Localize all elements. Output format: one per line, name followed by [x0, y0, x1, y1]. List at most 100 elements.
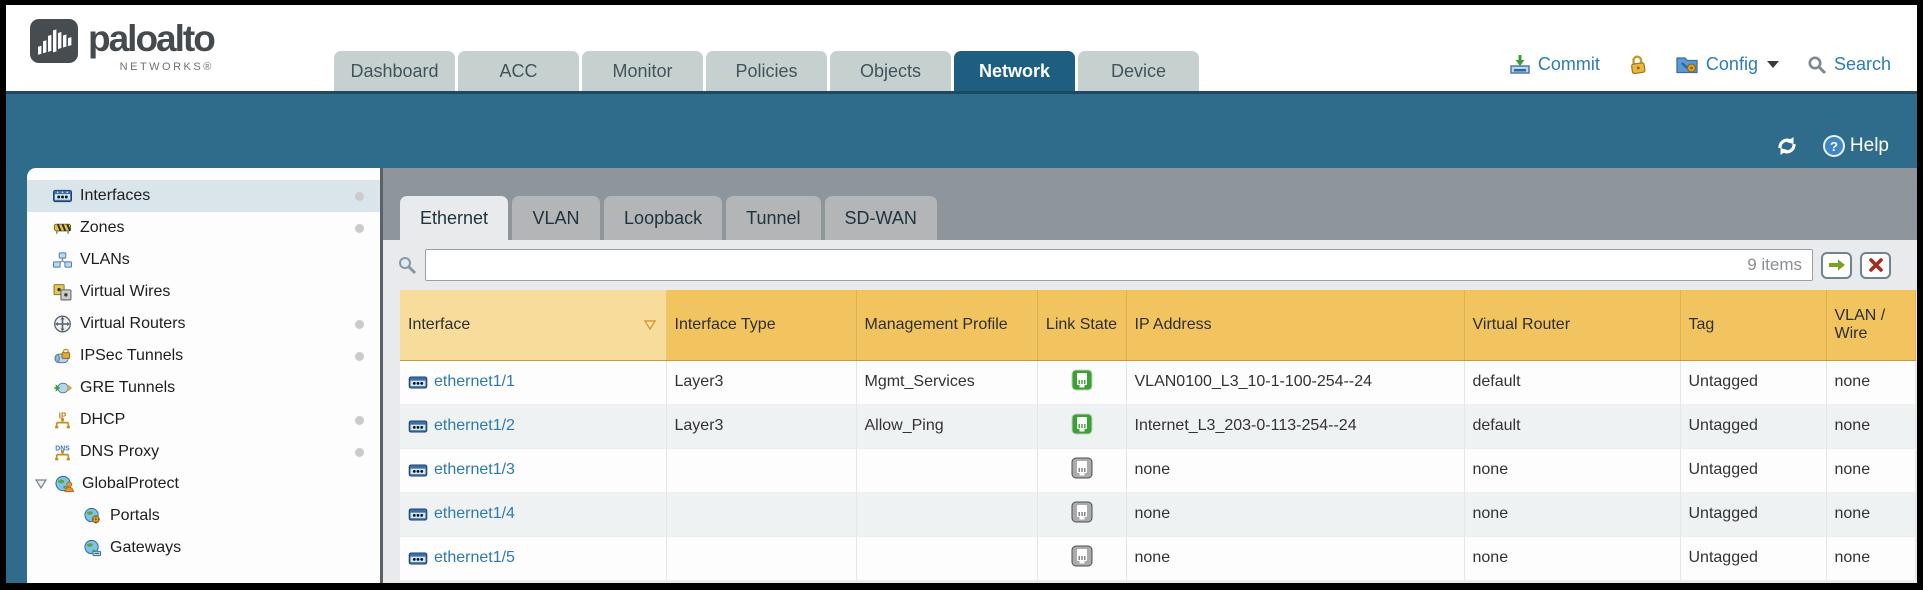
ipsec-tunnels-icon [53, 347, 72, 365]
svg-text:?: ? [1830, 139, 1838, 154]
interface-link[interactable]: ethernet1/1 [434, 373, 515, 391]
column-header-mgmt-profile[interactable]: Management Profile [856, 290, 1037, 360]
vlan-wire-cell: none [1826, 536, 1915, 580]
item-dot [355, 448, 364, 457]
content-area: Ethernet VLAN Loopback Tunnel SD-WAN 9 i… [383, 168, 1917, 583]
ip-address-cell: Internet_L3_203-0-113-254--24 [1126, 404, 1464, 448]
interface-port-icon [408, 420, 428, 433]
config-label: Config [1706, 54, 1758, 75]
tag-cell: Untagged [1680, 448, 1826, 492]
tab-policies[interactable]: Policies [706, 51, 827, 91]
sidebar-item-portals[interactable]: Portals [27, 500, 380, 532]
sidebar-item-gre-tunnels[interactable]: GRE Tunnels [27, 372, 380, 404]
tab-tunnel[interactable]: Tunnel [726, 196, 820, 240]
search-icon [1807, 55, 1827, 75]
item-dot [355, 416, 364, 425]
sidebar-item-dhcp[interactable]: IP DHCP [27, 404, 380, 436]
interface-type-cell: Layer3 [666, 404, 856, 448]
interface-port-icon [408, 552, 428, 565]
interface-link[interactable]: ethernet1/2 [434, 417, 515, 435]
tab-acc[interactable]: ACC [458, 51, 579, 91]
item-dot [355, 224, 364, 233]
ip-address-cell: none [1126, 536, 1464, 580]
global-search[interactable]: Search [1807, 54, 1891, 75]
apply-filter-button[interactable] [1821, 252, 1852, 279]
interface-type-cell: Layer3 [666, 360, 856, 404]
config-menu[interactable]: Config [1675, 54, 1779, 75]
tab-device[interactable]: Device [1078, 51, 1199, 91]
lock-icon[interactable] [1627, 53, 1649, 76]
table-row: ethernet1/3 none none Untagged none [400, 448, 1915, 492]
sidebar-item-label: Portals [110, 507, 160, 525]
column-header-interface[interactable]: Interface [400, 290, 666, 360]
link-state-cell [1037, 404, 1126, 448]
interface-link[interactable]: ethernet1/5 [434, 549, 515, 567]
sidebar-item-label: DNS Proxy [80, 443, 159, 461]
link-state-icon [1071, 501, 1093, 523]
interface-port-icon [408, 376, 428, 389]
column-header-vlan-wire[interactable]: VLAN / Wire [1826, 290, 1915, 360]
table-row: ethernet1/2 Layer3 Allow_Ping Internet_L… [400, 404, 1915, 448]
network-sidebar: Interfaces Zones VLANs [27, 168, 383, 583]
tab-vlan[interactable]: VLAN [512, 196, 600, 240]
sidebar-item-label: VLANs [80, 251, 130, 269]
paloalto-logo-icon [30, 19, 78, 63]
tab-sdwan[interactable]: SD-WAN [825, 196, 937, 240]
gre-tunnels-icon [53, 379, 72, 397]
items-count: 9 items [1747, 255, 1812, 275]
sidebar-item-interfaces[interactable]: Interfaces [27, 180, 380, 212]
interface-port-icon [408, 464, 428, 477]
interface-type-cell [666, 448, 856, 492]
expander-triangle-icon[interactable] [35, 479, 47, 489]
tab-ethernet[interactable]: Ethernet [400, 196, 508, 240]
filter-input[interactable] [426, 251, 1747, 279]
link-state-icon [1071, 545, 1093, 567]
sidebar-item-globalprotect[interactable]: GlobalProtect [27, 468, 380, 500]
filter-input-box: 9 items [425, 249, 1813, 281]
link-state-cell [1037, 492, 1126, 536]
vlan-wire-cell: none [1826, 492, 1915, 536]
sidebar-item-ipsec-tunnels[interactable]: IPSec Tunnels [27, 340, 380, 372]
tab-monitor[interactable]: Monitor [582, 51, 703, 91]
app-window: paloalto NETWORKS® Dashboard ACC Monitor… [6, 5, 1917, 583]
help-label: Help [1850, 135, 1889, 157]
column-header-virtual-router[interactable]: Virtual Router [1464, 290, 1680, 360]
ip-address-cell: none [1126, 492, 1464, 536]
clear-filter-button[interactable] [1860, 252, 1891, 279]
mgmt-profile-cell [856, 448, 1037, 492]
column-header-ip-address[interactable]: IP Address [1126, 290, 1464, 360]
sidebar-item-zones[interactable]: Zones [27, 212, 380, 244]
virtual-router-cell: default [1464, 404, 1680, 448]
refresh-icon[interactable] [1774, 135, 1800, 157]
interface-type-cell [666, 536, 856, 580]
sidebar-item-vlans[interactable]: VLANs [27, 244, 380, 276]
table-body: ethernet1/1 Layer3 Mgmt_Services VLAN010… [400, 360, 1915, 580]
sidebar-item-virtual-wires[interactable]: Virtual Wires [27, 276, 380, 308]
tab-network[interactable]: Network [954, 51, 1075, 91]
ethernet-panel: 9 items [383, 240, 1917, 583]
link-state-icon [1071, 413, 1093, 435]
sidebar-item-virtual-routers[interactable]: Virtual Routers [27, 308, 380, 340]
commit-button[interactable]: Commit [1509, 54, 1600, 75]
mgmt-profile-cell: Allow_Ping [856, 404, 1037, 448]
column-header-tag[interactable]: Tag [1680, 290, 1826, 360]
sidebar-item-gateways[interactable]: Gateways [27, 532, 380, 564]
link-state-cell [1037, 536, 1126, 580]
tab-dashboard[interactable]: Dashboard [334, 51, 455, 91]
vlan-wire-cell: none [1826, 404, 1915, 448]
sidebar-item-label: Gateways [110, 539, 181, 557]
interface-link[interactable]: ethernet1/3 [434, 461, 515, 479]
column-header-interface-type[interactable]: Interface Type [666, 290, 856, 360]
tab-loopback[interactable]: Loopback [604, 196, 722, 240]
virtual-router-cell: none [1464, 492, 1680, 536]
sort-dropdown-icon[interactable] [642, 319, 658, 331]
breadcrumb-band: ? Help [6, 94, 1917, 168]
column-header-link-state[interactable]: Link State [1037, 290, 1126, 360]
tab-objects[interactable]: Objects [830, 51, 951, 91]
sidebar-item-dns-proxy[interactable]: DNS DNS Proxy [27, 436, 380, 468]
help-button[interactable]: ? Help [1822, 134, 1889, 158]
virtual-router-cell: default [1464, 360, 1680, 404]
table-row: ethernet1/4 none none Untagged none [400, 492, 1915, 536]
interface-link[interactable]: ethernet1/4 [434, 505, 515, 523]
sidebar-item-label: Virtual Routers [80, 315, 186, 333]
